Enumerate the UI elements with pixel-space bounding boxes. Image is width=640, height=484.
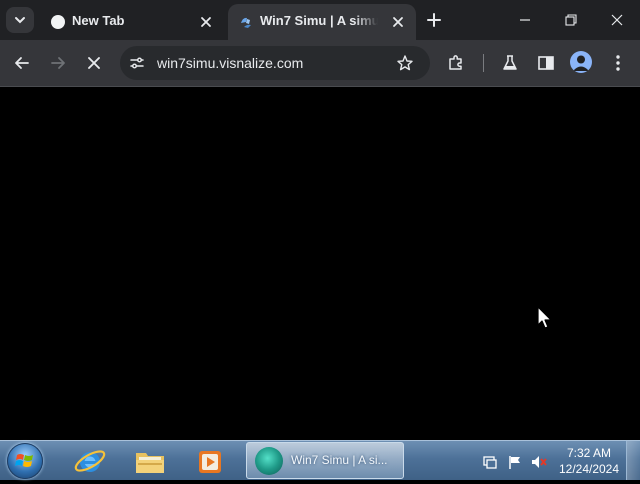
tab-title: Win7 Simu | A simulator [260,13,378,28]
mouse-cursor-icon [537,306,552,329]
chrome-app-icon [255,447,283,475]
maximize-icon [565,14,577,26]
site-favicon [241,17,251,28]
restore-button[interactable] [548,0,594,40]
close-icon[interactable] [198,14,214,30]
speaker-muted-icon[interactable] [530,454,548,470]
menu-kebab-icon[interactable] [608,53,628,73]
tab-title: New Tab [72,13,125,28]
sidepanel-icon[interactable] [536,53,556,73]
profile-icon [573,55,589,71]
stop-icon[interactable] [84,53,104,73]
browser-toolbar: win7simu.visnalize.com [0,40,640,87]
profile-avatar[interactable] [570,51,592,73]
system-clock[interactable]: 7:32 AM 12/24/2024 [556,445,622,477]
pinned-windows-explorer[interactable] [132,443,168,479]
star-icon[interactable] [396,54,414,72]
tab-win7-simu[interactable]: Win7 Simu | A simulator [228,4,416,40]
back-arrow-icon[interactable] [12,53,32,73]
page-content[interactable] [0,87,640,440]
url-text[interactable]: win7simu.visnalize.com [157,55,303,71]
close-window-button[interactable] [594,0,640,40]
pinned-media-player[interactable] [192,443,228,479]
media-player-icon [199,451,221,473]
taskbar: Win7 Simu | A si... 7:32 AM 12/24/2024 [0,440,640,480]
tab-new-tab[interactable]: New Tab [40,4,226,40]
start-button[interactable] [7,443,43,479]
minimize-button[interactable] [502,0,548,40]
new-tab-favicon [51,15,65,29]
address-bar[interactable]: win7simu.visnalize.com [120,46,430,80]
tab-search-button[interactable] [6,7,34,33]
folder-icon [136,453,164,473]
clock-date: 12/24/2024 [558,462,620,476]
close-icon[interactable] [390,14,406,30]
action-center-icon[interactable] [482,454,498,470]
extensions-icon[interactable] [446,53,466,73]
plus-icon[interactable] [426,12,442,28]
pinned-internet-explorer[interactable] [72,443,108,479]
site-settings-icon[interactable] [129,55,145,71]
chevron-down-icon [15,17,25,24]
tab-strip: New Tab Win7 Simu | A simulator [0,0,640,40]
taskbar-item-chrome[interactable]: Win7 Simu | A si... [246,442,404,479]
clock-time: 7:32 AM [566,446,612,460]
labs-flask-icon[interactable] [500,53,520,73]
minimize-icon [520,19,530,21]
flag-icon[interactable] [507,454,523,470]
show-desktop-button[interactable] [626,441,640,480]
taskbar-item-label: Win7 Simu | A si... [291,453,388,467]
forward-arrow-icon[interactable] [48,53,68,73]
windows-orb-icon [15,454,33,467]
toolbar-divider [483,54,484,72]
close-icon [611,14,623,26]
ie-icon [74,450,106,472]
